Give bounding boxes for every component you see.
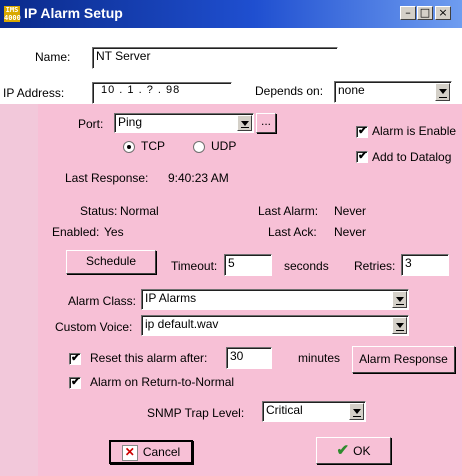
- custom-voice-dropdown[interactable]: ip default.wav: [141, 315, 409, 336]
- name-label: Name:: [35, 50, 71, 64]
- snmp-trap-dropdown[interactable]: Critical: [262, 401, 366, 422]
- cancel-button[interactable]: ✕ Cancel: [109, 440, 193, 464]
- seconds-label: seconds: [284, 259, 329, 273]
- chevron-down-icon[interactable]: [392, 317, 407, 334]
- alarm-class-dropdown[interactable]: IP Alarms: [141, 289, 409, 310]
- minimize-icon: –: [405, 6, 411, 19]
- enabled-label: Enabled:: [52, 225, 100, 239]
- window-title: IP Alarm Setup: [24, 5, 123, 21]
- depends-on-label: Depends on:: [255, 84, 324, 98]
- ip-address-field[interactable]: 10 . 1 . ? . 98: [92, 82, 232, 104]
- port-browse-button[interactable]: ...: [256, 113, 276, 133]
- app-icon: IMS 4000: [4, 6, 21, 22]
- close-icon: ✕: [121, 444, 138, 461]
- tcp-label: TCP: [141, 139, 165, 153]
- reset-minutes-field[interactable]: 30: [226, 347, 272, 369]
- maximize-button[interactable]: □: [417, 6, 433, 20]
- last-response-value: 9:40:23 AM: [168, 171, 229, 185]
- udp-radio[interactable]: [193, 141, 205, 153]
- check-icon: ✔: [71, 352, 81, 364]
- check-icon: ✔: [336, 442, 350, 459]
- port-label: Port:: [78, 117, 104, 131]
- alarm-return-label: Alarm on Return-to-Normal: [90, 375, 235, 389]
- custom-voice-label: Custom Voice:: [55, 320, 133, 334]
- name-field[interactable]: NT Server: [92, 47, 338, 69]
- minutes-label: minutes: [298, 351, 341, 365]
- alarm-class-label: Alarm Class:: [68, 294, 137, 308]
- alarm-enable-label: Alarm is Enable: [372, 124, 457, 138]
- alarm-return-checkbox[interactable]: ✔: [69, 376, 81, 389]
- timeout-label: Timeout:: [171, 259, 218, 273]
- timeout-field[interactable]: 5: [224, 254, 272, 276]
- alarm-response-button[interactable]: Alarm Response: [352, 346, 455, 373]
- port-dropdown[interactable]: Ping: [114, 113, 254, 133]
- retries-label: Retries:: [354, 259, 396, 273]
- last-alarm-label: Last Alarm:: [258, 204, 319, 218]
- depends-on-dropdown[interactable]: none: [334, 81, 452, 103]
- last-ack-label: Last Ack:: [268, 225, 317, 239]
- minimize-button[interactable]: –: [400, 6, 416, 20]
- status-label: Status:: [80, 204, 118, 218]
- alarm-enable-checkbox[interactable]: ✔: [356, 125, 368, 138]
- chevron-down-icon[interactable]: [237, 115, 252, 131]
- snmp-trap-label: SNMP Trap Level:: [147, 406, 245, 420]
- check-icon: ✔: [71, 376, 81, 388]
- last-response-label: Last Response:: [65, 171, 149, 185]
- retries-field[interactable]: 3: [401, 254, 449, 276]
- chevron-down-icon[interactable]: [435, 83, 450, 101]
- chevron-down-icon[interactable]: [349, 403, 364, 420]
- reset-alarm-checkbox[interactable]: ✔: [69, 352, 81, 365]
- check-icon: ✔: [358, 125, 368, 137]
- tcp-radio[interactable]: [123, 141, 135, 153]
- ip-alarm-setup-window: IMS 4000 IP Alarm Setup – □ × Name: NT S…: [0, 0, 462, 476]
- enabled-value: Yes: [104, 225, 124, 239]
- add-datalog-checkbox[interactable]: ✔: [356, 150, 368, 163]
- udp-label: UDP: [211, 139, 237, 153]
- status-value: Normal: [120, 204, 159, 218]
- add-datalog-label: Add to Datalog: [372, 150, 452, 164]
- radio-selected-dot: [127, 145, 131, 149]
- last-alarm-value: Never: [334, 204, 367, 218]
- check-icon: ✔: [358, 150, 368, 162]
- close-button[interactable]: ×: [435, 6, 451, 20]
- close-icon: ×: [438, 6, 448, 19]
- ip-address-label: IP Address:: [3, 86, 65, 100]
- chevron-down-icon[interactable]: [392, 291, 407, 308]
- reset-alarm-label: Reset this alarm after:: [90, 351, 208, 365]
- title-bar[interactable]: IMS 4000 IP Alarm Setup – □ ×: [0, 0, 462, 28]
- maximize-icon: □: [419, 6, 431, 19]
- schedule-button[interactable]: Schedule: [66, 250, 156, 274]
- panel-left-strip: [0, 104, 38, 476]
- last-ack-value: Never: [334, 225, 367, 239]
- ok-button[interactable]: ✔ OK: [316, 437, 391, 464]
